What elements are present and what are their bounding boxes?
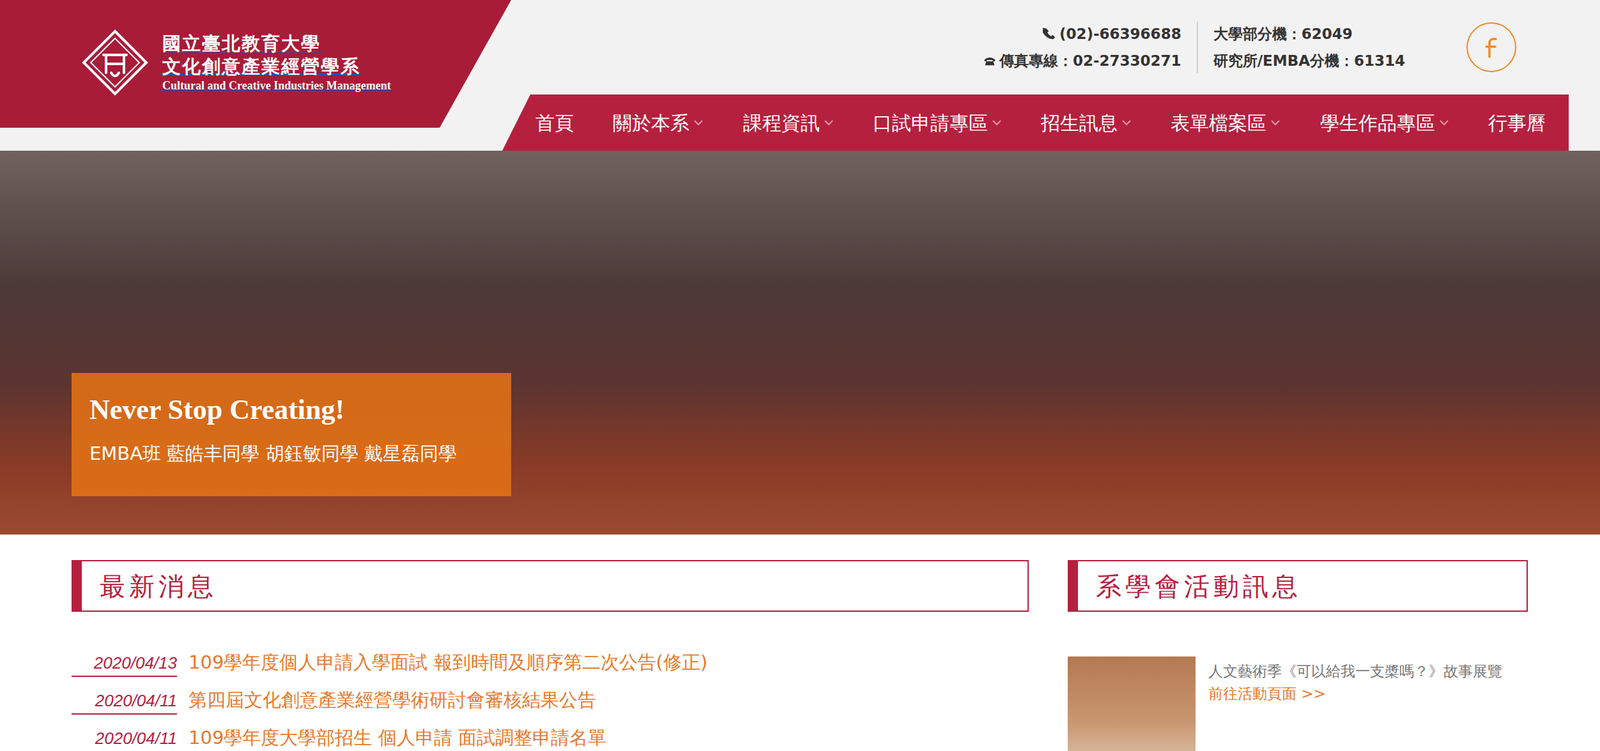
- dropdown-chevron-icon: [823, 119, 834, 126]
- dropdown-chevron-icon: [1438, 119, 1450, 126]
- nav-item[interactable]: 課程資訊: [740, 104, 837, 142]
- nav-label: 招生訊息: [1040, 108, 1118, 138]
- hero-subtitle: EMBA班 藍皓丰同學 胡鈺敏同學 戴星磊同學: [89, 440, 494, 469]
- nav-item[interactable]: 行事曆: [1485, 104, 1549, 142]
- fax-number: 傳真專線：02-27330271: [999, 49, 1182, 73]
- activity-link[interactable]: 前往活動頁面 >>: [1208, 685, 1326, 703]
- nav-label: 學生作品專區: [1320, 108, 1436, 138]
- dropdown-chevron-icon: [1121, 119, 1132, 126]
- news-title[interactable]: 109學年度個人申請入學面試 報到時間及順序第二次公告(修正): [188, 649, 708, 678]
- hero-caption: Never Stop Creating! EMBA班 藍皓丰同學 胡鈺敏同學 戴星…: [71, 373, 512, 497]
- activity-item: 人文藝術季《可以給我一支槳嗎？》故事展覽前往活動頁面 >>: [1067, 656, 1528, 751]
- nav-item[interactable]: 關於本系: [610, 104, 707, 142]
- activity-thumbnail[interactable]: [1067, 656, 1196, 751]
- activity-text: 人文藝術季《可以給我一支槳嗎？》故事展覽前往活動頁面 >>: [1208, 656, 1503, 751]
- phone-line: (02)-66396688: [1042, 23, 1182, 46]
- news-item: 2020/04/13 109學年度個人申請入學面試 報到時間及順序第二次公告(修正…: [71, 649, 1029, 687]
- logo-name: 國立臺北教育大學文化創意產業經營學系Cultural and Creative …: [162, 29, 392, 93]
- contact-phones: (02)-66396688 傳真專線：02-27330271: [982, 23, 1182, 73]
- logo-line: 國立臺北教育大學: [162, 31, 392, 55]
- contact-bar: (02)-66396688 傳真專線：02-27330271 大學部分機：62049…: [511, 0, 1600, 95]
- news-list: 2020/04/13 109學年度個人申請入學面試 報到時間及順序第二次公告(修正…: [71, 649, 1029, 751]
- facebook-icon: [1478, 34, 1505, 61]
- news-date: 2020/04/11: [71, 688, 177, 716]
- news-date: 2020/04/11: [71, 726, 177, 751]
- dropdown-chevron-icon: [693, 119, 704, 126]
- nav-item[interactable]: 口試申請專區: [870, 104, 1005, 142]
- activities-heading: 系學會活動訊息: [1067, 560, 1528, 613]
- phone-number: (02)-66396688: [1059, 23, 1182, 46]
- header-right: (02)-66396688 傳真專線：02-27330271 大學部分機：62049…: [511, 0, 1600, 151]
- site-logo[interactable]: 國立臺北教育大學文化創意產業經營學系Cultural and Creative …: [0, 0, 512, 128]
- news-item: 2020/04/11 第四屆文化創意產業經營學術研討會審核結果公告: [71, 686, 1029, 725]
- logo-line: 文化創意產業經營學系: [162, 54, 392, 78]
- news-section: 最新消息 2020/04/13 109學年度個人申請入學面試 報到時間及順序第二次公…: [71, 560, 1029, 751]
- nav-item[interactable]: 招生訊息: [1038, 104, 1135, 142]
- logo-line: Cultural and Creative Industries Managem…: [162, 78, 392, 94]
- facebook-link[interactable]: [1466, 22, 1517, 73]
- contact-extensions: 大學部分機：62049 研究所/EMBA分機：61314: [1213, 23, 1406, 73]
- hero-banner: Never Stop Creating! EMBA班 藍皓丰同學 胡鈺敏同學 戴星…: [0, 150, 1600, 535]
- hero-title: Never Stop Creating!: [89, 393, 494, 428]
- content-area: 最新消息 2020/04/13 109學年度個人申請入學面試 報到時間及順序第二次公…: [71, 560, 1529, 751]
- site-header: 國立臺北教育大學文化創意產業經營學系Cultural and Creative …: [0, 0, 1600, 151]
- activity-title: 人文藝術季《可以給我一支槳嗎？》故事展覽: [1208, 660, 1503, 684]
- nav-label: 表單檔案區: [1170, 108, 1267, 138]
- nav-label: 行事曆: [1488, 108, 1546, 138]
- dropdown-chevron-icon: [991, 119, 1002, 126]
- fax-icon: [982, 53, 997, 68]
- main-nav: 首頁 關於本系 課程資訊 口試申請專區 招生訊息 表單檔案區 學生作品專區 行事曆: [502, 94, 1569, 151]
- nav-item[interactable]: 學生作品專區: [1317, 104, 1452, 142]
- news-heading: 最新消息: [71, 560, 1029, 613]
- grad-extension: 研究所/EMBA分機：61314: [1213, 49, 1406, 73]
- nav-item[interactable]: 首頁: [532, 104, 577, 142]
- hero-inner: Never Stop Creating! EMBA班 藍皓丰同學 胡鈺敏同學 戴星…: [71, 373, 1529, 497]
- department-emblem-icon: [81, 29, 149, 96]
- nav-label: 口試申請專區: [872, 108, 988, 138]
- activities-list: 人文藝術季《可以給我一支槳嗎？》故事展覽前往活動頁面 >>: [1067, 656, 1528, 751]
- nav-item[interactable]: 表單檔案區: [1168, 104, 1284, 142]
- news-date: 2020/04/13: [71, 651, 177, 678]
- phone-icon: [1042, 26, 1057, 41]
- fax-line: 傳真專線：02-27330271: [982, 49, 1182, 73]
- news-title[interactable]: 第四屆文化創意產業經營學術研討會審核結果公告: [188, 686, 597, 716]
- news-item: 2020/04/11 109學年度大學部招生 個人申請 面試調整申請名單: [71, 724, 1029, 751]
- nav-label: 首頁: [535, 108, 574, 138]
- nav-label: 課程資訊: [743, 108, 820, 138]
- nav-label: 關於本系: [612, 108, 690, 138]
- dropdown-chevron-icon: [1270, 119, 1281, 126]
- news-title[interactable]: 109學年度大學部招生 個人申請 面試調整申請名單: [188, 724, 607, 751]
- activities-section: 系學會活動訊息人文藝術季《可以給我一支槳嗎？》故事展覽前往活動頁面 >>: [1067, 560, 1528, 751]
- undergrad-extension: 大學部分機：62049: [1213, 23, 1406, 46]
- contact-divider: [1196, 21, 1199, 73]
